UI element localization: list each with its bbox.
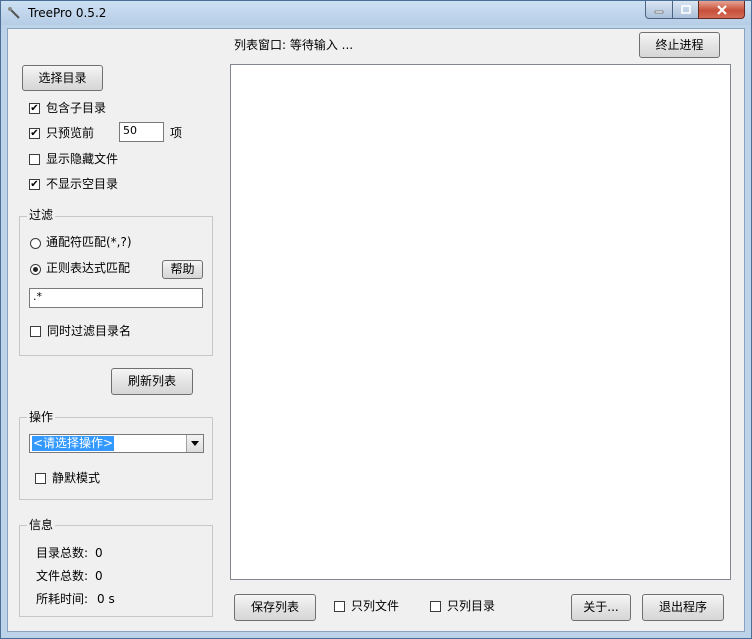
chevron-down-icon [191, 441, 199, 446]
filter-dirnames-label: 同时过滤目录名 [47, 324, 132, 338]
preview-only-checkbox[interactable]: ✔ [29, 128, 40, 139]
show-hidden-label: 显示隐藏文件 [46, 152, 119, 166]
close-button[interactable] [698, 1, 745, 19]
close-icon [716, 4, 727, 15]
exit-button[interactable]: 退出程序 [642, 594, 724, 621]
about-button[interactable]: 关于... [571, 594, 631, 621]
info-group-title: 信息 [27, 518, 56, 532]
operation-group [19, 417, 213, 500]
hide-empty-dirs-label: 不显示空目录 [46, 177, 119, 191]
maximize-button[interactable] [672, 1, 699, 19]
minimize-icon [654, 10, 664, 13]
include-subdirs-label: 包含子目录 [46, 101, 107, 115]
silent-mode-checkbox[interactable] [35, 473, 46, 484]
filter-dirnames-checkbox[interactable] [30, 326, 41, 337]
files-only-label: 只列文件 [351, 599, 400, 613]
file-count-label: 文件总数: [36, 569, 89, 583]
regex-radio[interactable] [30, 264, 41, 275]
file-count-value: 0 [95, 569, 103, 583]
dir-count-label: 目录总数: [36, 546, 89, 560]
window-title: TreePro 0.5.2 [28, 6, 107, 20]
file-list-area[interactable] [230, 64, 731, 580]
dropdown-arrow-button[interactable] [186, 435, 203, 452]
silent-mode-label: 静默模式 [52, 471, 101, 485]
select-dir-button[interactable]: 选择目录 [22, 65, 103, 91]
elapsed-time-value: 0 s [97, 592, 115, 606]
hide-empty-dirs-checkbox[interactable]: ✔ [29, 179, 40, 190]
filter-group-title: 过滤 [27, 208, 56, 222]
dir-count-value: 0 [95, 546, 103, 560]
app-icon [8, 7, 20, 19]
show-hidden-checkbox[interactable] [29, 154, 40, 165]
regex-label: 正则表达式匹配 [46, 261, 131, 275]
wildcard-label: 通配符匹配(*,?) [46, 235, 132, 249]
include-subdirs-checkbox[interactable]: ✔ [29, 103, 40, 114]
maximize-icon [680, 5, 691, 14]
save-list-button[interactable]: 保存列表 [234, 594, 316, 621]
operation-select[interactable]: <请选择操作> [29, 434, 204, 453]
dirs-only-checkbox[interactable] [430, 601, 441, 612]
stop-process-button[interactable]: 终止进程 [639, 32, 720, 58]
list-status-text: 列表窗口: 等待输入 ... [234, 38, 354, 52]
minimize-button[interactable] [645, 1, 673, 19]
operation-group-title: 操作 [27, 410, 56, 424]
wildcard-radio[interactable] [30, 238, 41, 249]
title-bar[interactable]: TreePro 0.5.2 [1, 1, 751, 25]
radio-selected-dot [33, 267, 38, 272]
elapsed-time-label: 所耗时间: [36, 592, 89, 606]
preview-count-input[interactable]: 50 [119, 122, 164, 142]
dirs-only-label: 只列目录 [447, 599, 496, 613]
preview-only-label: 只预览前 [46, 126, 95, 140]
help-button[interactable]: 帮助 [162, 260, 203, 279]
files-only-checkbox[interactable] [334, 601, 345, 612]
refresh-list-button[interactable]: 刷新列表 [111, 368, 193, 395]
preview-unit-label: 项 [170, 126, 183, 140]
operation-selected-value: <请选择操作> [32, 436, 115, 451]
regex-pattern-input[interactable]: .* [29, 288, 203, 308]
